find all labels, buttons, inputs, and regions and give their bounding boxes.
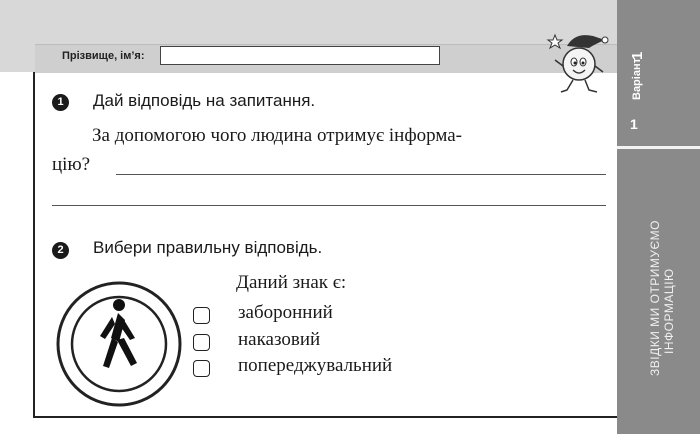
topic-title: ЗВІДКИ МИ ОТРИМУЄМО ІНФОРМАЦІЮ bbox=[648, 220, 676, 376]
task-1-title: Дай відповідь на запитання. bbox=[93, 91, 316, 110]
sidebar-divider bbox=[617, 146, 700, 149]
option-3-label: попереджувальний bbox=[238, 355, 393, 376]
option-2-label: наказовий bbox=[238, 329, 321, 350]
task-1-number-badge: 1 bbox=[52, 94, 69, 111]
frame-left bbox=[33, 72, 35, 418]
mascot-icon bbox=[546, 33, 609, 93]
option-3-checkbox[interactable] bbox=[193, 360, 210, 377]
option-2-checkbox[interactable] bbox=[193, 334, 210, 351]
frame-bottom bbox=[33, 416, 617, 418]
pedestrian-sign-icon bbox=[56, 281, 182, 407]
task-2-title: Вибери правильну відповідь. bbox=[93, 238, 323, 257]
task-1-question-line-1: За допомогою чого людина отримує інформа… bbox=[92, 125, 462, 146]
variant-number: 1 bbox=[630, 116, 638, 132]
task-2-caption: Даний знак є: bbox=[236, 272, 347, 293]
topic-line-2: ІНФОРМАЦІЮ bbox=[662, 268, 676, 354]
option-1-checkbox[interactable] bbox=[193, 307, 210, 324]
task-1-question-line-2: цію? bbox=[52, 154, 91, 175]
variant-number-rotated: 1 bbox=[629, 51, 646, 60]
variant-label: Варіант bbox=[631, 58, 643, 100]
answer-line-1[interactable] bbox=[116, 174, 606, 175]
task-2-number-badge: 2 bbox=[52, 242, 69, 259]
answer-line-2[interactable] bbox=[52, 205, 606, 206]
name-label: Прізвище, ім’я: bbox=[62, 50, 145, 62]
option-1-label: заборонний bbox=[238, 302, 333, 323]
name-input[interactable] bbox=[160, 46, 440, 65]
topic-line-1: ЗВІДКИ МИ ОТРИМУЄМО bbox=[648, 220, 662, 376]
